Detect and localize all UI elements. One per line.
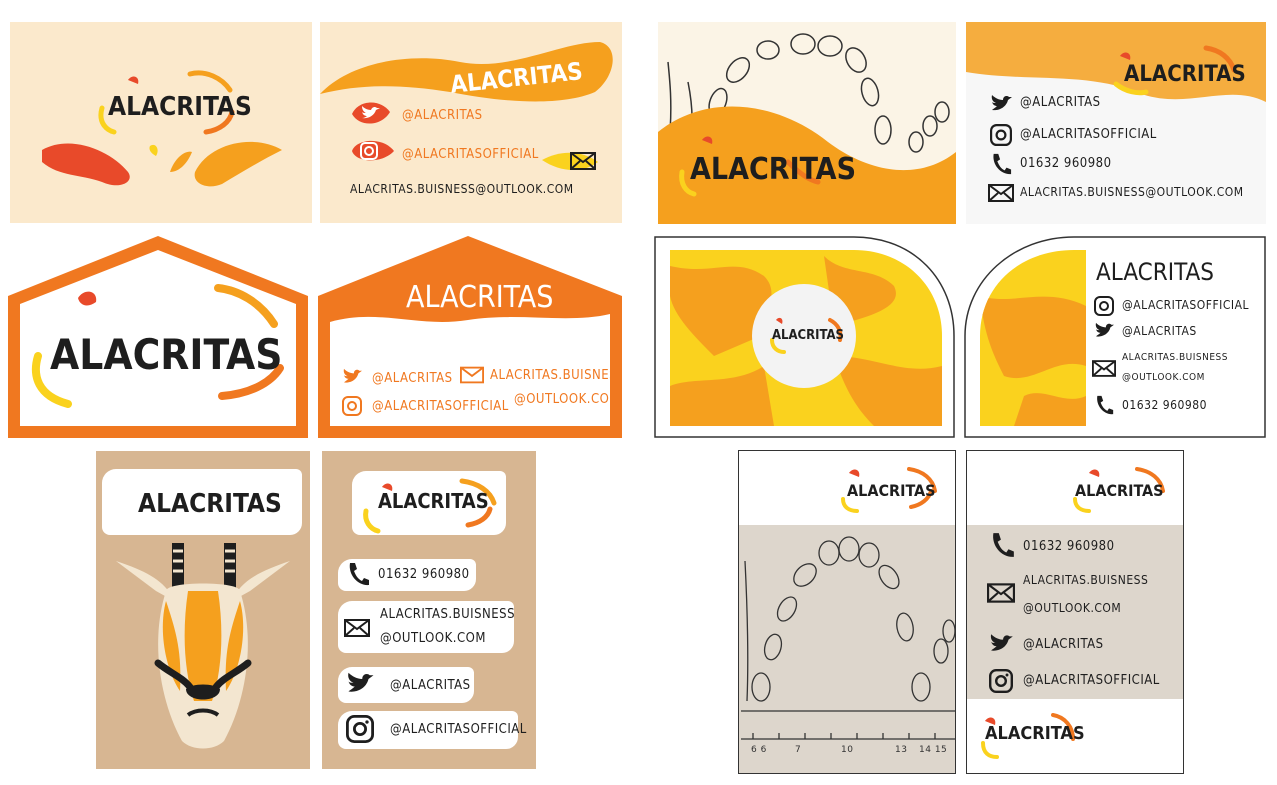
sketch-arch bbox=[741, 536, 955, 740]
twitter-handle[interactable]: @ALACRITAS bbox=[402, 108, 483, 123]
mail-icon bbox=[570, 152, 596, 170]
card-gazelle-back: ALACRITAS 01632 960980 ALACRITAS.BUISNES… bbox=[322, 451, 536, 769]
wave-shape bbox=[658, 106, 956, 224]
twitter-icon bbox=[1095, 322, 1114, 337]
mail-icon bbox=[987, 583, 1015, 603]
email-line1[interactable]: ALACRITAS.BUISNESS bbox=[490, 368, 622, 383]
logo: ALACRITAS bbox=[690, 152, 857, 187]
instagram-icon bbox=[342, 396, 362, 416]
instagram-handle[interactable]: @ALACRITASOFFICIAL bbox=[390, 722, 527, 737]
twitter-icon bbox=[991, 95, 1012, 111]
card-petal-front: ALACRITAS bbox=[654, 236, 956, 438]
ruler-label: 14 15 bbox=[919, 745, 948, 755]
email-address[interactable]: ALACRITAS.BUISNESS@OUTLOOK.COM bbox=[350, 182, 574, 196]
email-line1[interactable]: ALACRITAS.BUISNESS bbox=[1122, 352, 1228, 363]
instagram-icon bbox=[1094, 296, 1114, 316]
twitter-icon bbox=[352, 102, 390, 124]
ruler-label: 7 bbox=[795, 745, 802, 755]
instagram-handle[interactable]: @ALACRITASOFFICIAL bbox=[372, 399, 509, 414]
twitter-handle[interactable]: @ALACRITAS bbox=[390, 678, 471, 693]
mail-icon bbox=[460, 366, 484, 384]
card-wave-back: ALACRITAS @ALACRITAS @ALACRITASOFFICIAL … bbox=[966, 22, 1266, 224]
phone-number[interactable]: 01632 960980 bbox=[1020, 156, 1112, 171]
logo: ALACRITAS bbox=[1096, 258, 1214, 286]
card-house-front: ALACRITAS bbox=[8, 236, 310, 438]
logo: ALACRITAS bbox=[985, 723, 1085, 744]
ruler-label: 10 bbox=[841, 745, 854, 755]
twitter-handle[interactable]: @ALACRITAS bbox=[1122, 324, 1197, 338]
card-gazelle-front: ALACRITAS bbox=[96, 451, 310, 769]
instagram-icon bbox=[346, 715, 374, 743]
email-line2[interactable]: @OUTLOOK.COM bbox=[514, 392, 620, 407]
logo: ALACRITAS bbox=[108, 92, 252, 122]
instagram-handle[interactable]: @ALACRITASOFFICIAL bbox=[402, 147, 539, 162]
email-line2[interactable]: @OUTLOOK.COM bbox=[1023, 601, 1121, 615]
logo: ALACRITAS bbox=[772, 328, 844, 343]
email-line2[interactable]: @OUTLOOK.COM bbox=[1122, 372, 1205, 383]
card-house-back: ALACRITAS @ALACRITAS @ALACRITASOFFICIAL … bbox=[318, 236, 622, 438]
logo: ALACRITAS bbox=[50, 330, 283, 379]
phone-number[interactable]: 01632 960980 bbox=[1023, 539, 1115, 554]
twitter-handle[interactable]: @ALACRITAS bbox=[372, 371, 453, 386]
logo: ALACRITAS bbox=[406, 280, 554, 315]
mail-icon bbox=[988, 184, 1014, 202]
phone-icon bbox=[349, 563, 369, 586]
instagram-icon bbox=[989, 669, 1013, 693]
twitter-icon bbox=[990, 634, 1013, 651]
logo: ALACRITAS bbox=[378, 489, 489, 513]
splash-shapes bbox=[42, 70, 282, 187]
mail-icon bbox=[1092, 360, 1116, 377]
card-petal-back: ALACRITAS @ALACRITASOFFICIAL @ALACRITAS … bbox=[964, 236, 1266, 438]
phone-number[interactable]: 01632 960980 bbox=[1122, 398, 1207, 412]
phone-icon bbox=[993, 153, 1012, 175]
email-address[interactable]: ALACRITAS.BUISNESS@OUTLOOK.COM bbox=[1020, 185, 1244, 199]
ruler-label: 13 bbox=[895, 745, 908, 755]
twitter-icon bbox=[343, 368, 362, 383]
card-sketch-wave-front: ALACRITAS bbox=[658, 22, 956, 224]
instagram-handle[interactable]: @ALACRITASOFFICIAL bbox=[1020, 127, 1157, 142]
instagram-handle[interactable]: @ALACRITASOFFICIAL bbox=[1122, 298, 1249, 312]
ruler-label: 6 6 bbox=[751, 745, 767, 755]
email-line2[interactable]: @OUTLOOK.COM bbox=[380, 631, 486, 646]
card-cream-front: ALACRITAS bbox=[10, 22, 312, 223]
instagram-icon bbox=[990, 124, 1012, 146]
logo: ALACRITAS bbox=[1075, 481, 1164, 500]
twitter-handle[interactable]: @ALACRITAS bbox=[1020, 95, 1101, 110]
logo: ALACRITAS bbox=[138, 489, 282, 519]
twitter-icon bbox=[348, 672, 374, 692]
phone-number[interactable]: 01632 960980 bbox=[378, 567, 470, 582]
instagram-handle[interactable]: @ALACRITASOFFICIAL bbox=[1023, 673, 1160, 688]
logo: ALACRITAS bbox=[1124, 62, 1246, 87]
email-line1[interactable]: ALACRITAS.BUISNESS bbox=[380, 607, 515, 622]
twitter-handle[interactable]: @ALACRITAS bbox=[1023, 637, 1104, 652]
card-tall-sketch-front: ALACRITAS 6 6 7 10 13 14 15 bbox=[738, 450, 956, 774]
phone-icon bbox=[993, 533, 1014, 557]
phone-icon bbox=[1097, 395, 1114, 415]
card-cream-back: ALACRITAS @ALACRITAS @ALACRITASOFFICIAL … bbox=[320, 22, 622, 223]
instagram-icon bbox=[352, 140, 394, 161]
mail-icon bbox=[344, 619, 370, 637]
email-line1[interactable]: ALACRITAS.BUISNESS bbox=[1023, 573, 1148, 587]
card-tall-grey-back: ALACRITAS 01632 960980 ALACRITAS.BUISNES… bbox=[966, 450, 1184, 774]
